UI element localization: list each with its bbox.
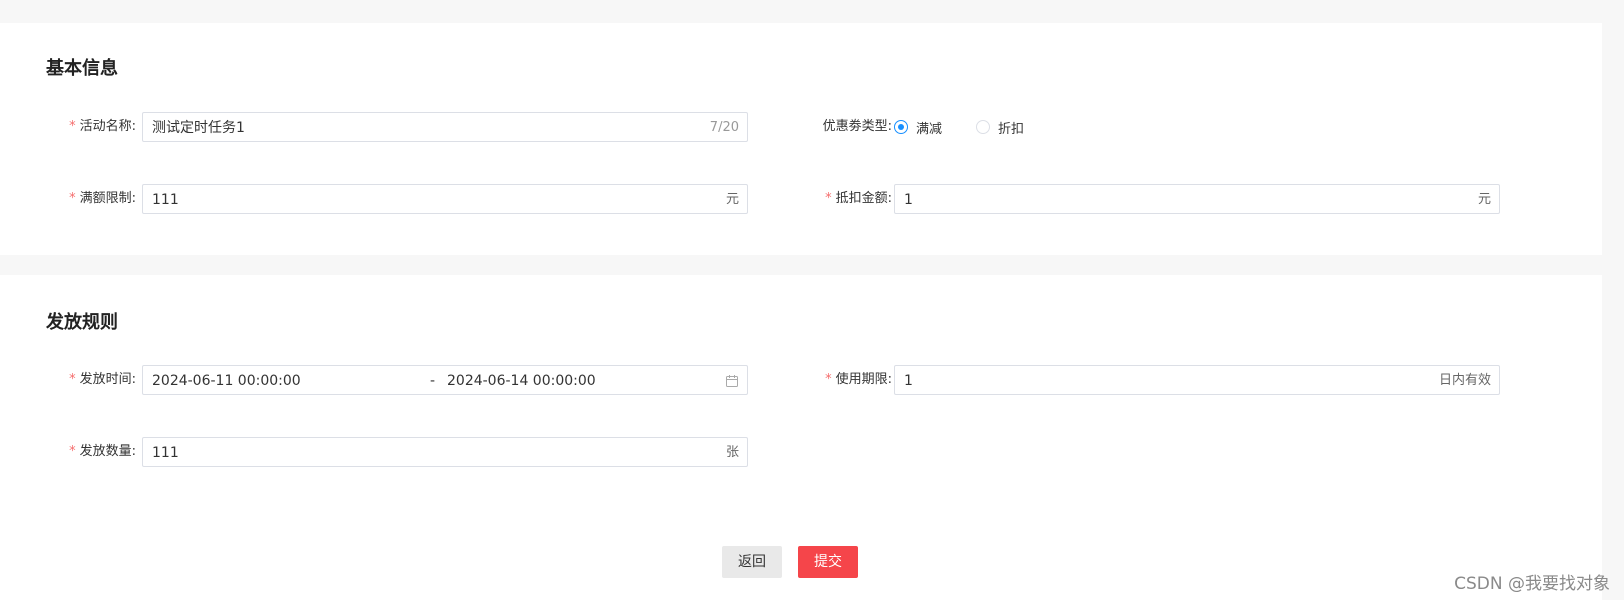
discount-amount-label: * 抵扣金额:	[825, 191, 892, 206]
validity-unit: 日内有效	[1438, 373, 1491, 388]
discount-amount-value: 1	[904, 192, 913, 208]
required-marker: *	[825, 372, 832, 387]
coupon-type-label: 优惠劵类型:	[822, 119, 892, 134]
basic-info-panel: 基本信息 * 活动名称: 测试定时任务1 7/20 优惠劵类型: 满减 折扣 * 满…	[0, 23, 1602, 255]
activity-name-label: * 活动名称:	[69, 119, 136, 134]
back-button[interactable]: 返回	[722, 546, 782, 578]
radio-full-reduction[interactable]: 满减	[894, 111, 942, 143]
coupon-type-radio-group: 满减 折扣	[894, 111, 1094, 143]
quantity-input[interactable]: 111 张	[142, 437, 748, 467]
discount-amount-input[interactable]: 1 元	[894, 184, 1500, 214]
date-range-separator: -	[430, 373, 436, 389]
threshold-unit: 元	[725, 192, 739, 207]
quantity-value: 111	[152, 445, 179, 461]
required-marker: *	[825, 191, 832, 206]
radio-checked-icon	[894, 120, 908, 134]
validity-value: 1	[904, 373, 913, 389]
validity-input[interactable]: 1 日内有效	[894, 365, 1500, 395]
radio-discount[interactable]: 折扣	[976, 111, 1024, 143]
activity-name-input[interactable]: 测试定时任务1 7/20	[142, 112, 748, 142]
threshold-value: 111	[152, 192, 179, 208]
quantity-label: * 发放数量:	[69, 444, 136, 459]
required-marker: *	[69, 444, 76, 459]
required-marker: *	[69, 372, 76, 387]
activity-name-counter: 7/20	[709, 120, 739, 135]
coupon-form-page: 基本信息 * 活动名称: 测试定时任务1 7/20 优惠劵类型: 满减 折扣 * 满…	[0, 0, 1624, 600]
discount-amount-unit: 元	[1477, 192, 1491, 207]
issue-time-start[interactable]: 2024-06-11 00:00:00	[152, 366, 301, 396]
calendar-icon[interactable]	[726, 375, 738, 387]
csdn-watermark: CSDN @我要找对象	[1454, 574, 1610, 594]
quantity-unit: 张	[725, 445, 739, 460]
activity-name-value: 测试定时任务1	[152, 120, 245, 136]
required-marker: *	[69, 191, 76, 206]
submit-button[interactable]: 提交	[798, 546, 858, 578]
issue-time-label: * 发放时间:	[69, 372, 136, 387]
validity-label: * 使用期限:	[825, 372, 892, 387]
required-marker: *	[69, 119, 76, 134]
issue-time-range-picker[interactable]: 2024-06-11 00:00:00 - 2024-06-14 00:00:0…	[142, 365, 748, 395]
radio-unchecked-icon	[976, 120, 990, 134]
section-title-issue-rules: 发放规则	[46, 312, 118, 333]
issue-time-end[interactable]: 2024-06-14 00:00:00	[447, 366, 596, 396]
threshold-label: * 满额限制:	[69, 191, 136, 206]
threshold-input[interactable]: 111 元	[142, 184, 748, 214]
section-title-basic-info: 基本信息	[46, 58, 118, 79]
